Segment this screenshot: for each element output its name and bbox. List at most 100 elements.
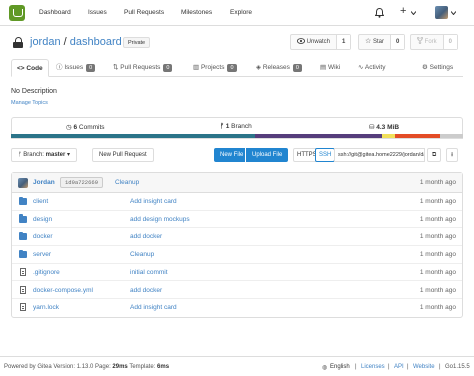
history-icon: ◷ (66, 124, 72, 131)
footer-template-label: Template: (129, 364, 156, 370)
star-label: Star (372, 39, 384, 45)
file-icon (20, 285, 26, 294)
commit-message[interactable]: Cleanup (115, 179, 139, 186)
language-bar[interactable] (11, 134, 463, 138)
go-version: Go1.15.5 (445, 364, 470, 370)
licenses-link[interactable]: Licenses (361, 364, 385, 370)
footer-divider: | (388, 364, 390, 370)
file-commit-message[interactable]: add docker (130, 287, 162, 294)
tab-issues-label: Issues (64, 64, 84, 71)
file-name-link[interactable]: docker-compose.yml (33, 287, 93, 294)
file-commit-message[interactable]: Add insight card (130, 198, 177, 205)
ssh-button[interactable]: SSH (315, 148, 336, 162)
tab-wiki-label: Wiki (327, 64, 341, 71)
branches-stat[interactable]: ᚠ 1 Branch (220, 123, 252, 130)
repo-description: No Description (11, 88, 57, 95)
file-name-link[interactable]: server (33, 251, 51, 258)
download-icon: ⭳ (451, 152, 454, 158)
file-row: design add design mockups 1 month ago (12, 211, 462, 229)
star-button[interactable]: ☆ Star (359, 35, 391, 49)
star-button-group[interactable]: ☆ Star 0 (358, 34, 406, 50)
folder-icon (19, 249, 27, 259)
file-name-link[interactable]: .gitignore (33, 269, 60, 276)
new-pull-request-button[interactable]: New Pull Request (92, 148, 154, 162)
download-button[interactable]: ⭳ (446, 148, 459, 162)
eye-icon (296, 37, 306, 44)
plus-icon[interactable]: + (400, 5, 406, 17)
code-icon: <> (17, 65, 25, 72)
branch-icon: ᚠ (18, 152, 22, 158)
file-name-link[interactable]: yarn.lock (33, 304, 59, 311)
language-bar-segment[interactable] (255, 134, 382, 138)
branch-label: Branch (231, 123, 252, 130)
user-avatar[interactable] (435, 6, 448, 19)
nav-issues[interactable]: Issues (88, 9, 107, 16)
unwatch-button[interactable]: Unwatch (291, 35, 338, 49)
tab-wiki[interactable]: ▤ Wiki (320, 59, 340, 77)
commit-author-avatar[interactable] (18, 178, 28, 188)
file-commit-time: 1 month ago (419, 251, 456, 259)
clone-url-input[interactable]: ssh://git@gitea.home2229/jordan/dashboar… (334, 148, 425, 162)
nav-dashboard[interactable]: Dashboard (39, 9, 71, 16)
language-bar-segment[interactable] (11, 134, 256, 138)
file-commit-message[interactable]: add design mockups (130, 216, 190, 223)
website-link[interactable]: Website (413, 364, 435, 370)
projects-count-badge: 0 (227, 64, 237, 72)
file-commit-time: 1 month ago (419, 268, 456, 276)
tab-issues[interactable]: ⓘ Issues 0 (56, 59, 96, 77)
manage-topics-link[interactable]: Manage Topics (11, 100, 48, 106)
private-badge: Private (123, 37, 151, 48)
chevron-down-icon[interactable] (451, 11, 456, 15)
chevron-down-icon[interactable] (411, 11, 416, 15)
tab-releases[interactable]: ◈ Releases 0 (256, 59, 302, 77)
nav-milestones[interactable]: Milestones (181, 9, 212, 16)
file-commit-message[interactable]: initial commit (130, 269, 168, 276)
nav-explore[interactable]: Explore (230, 9, 252, 16)
copy-clone-url-button[interactable]: ⧉ (427, 148, 442, 162)
stars-count[interactable]: 0 (390, 35, 405, 49)
releases-count-badge: 0 (292, 64, 302, 72)
api-link[interactable]: API (394, 364, 404, 370)
watch-button-group[interactable]: Unwatch 1 (290, 34, 352, 50)
tab-settings[interactable]: ⚙ Settings (422, 59, 453, 77)
commit-sha[interactable]: 1d9a722669 (60, 177, 104, 188)
file-commit-message[interactable]: add docker (130, 233, 162, 240)
language-bar-segment[interactable] (440, 134, 463, 138)
database-icon: ⛁ (369, 124, 375, 131)
language-bar-segment[interactable] (381, 134, 396, 138)
tab-code-label: Code (26, 65, 43, 72)
gitea-logo[interactable] (9, 5, 25, 21)
repo-tabs: <> Code ⓘ Issues 0 ⇅ Pull Requests 0 ▥ Pro… (11, 59, 463, 77)
upload-file-button[interactable]: Upload File (245, 148, 289, 162)
unwatch-label: Unwatch (306, 39, 331, 45)
file-commit-message[interactable]: Cleanup (130, 251, 154, 258)
tab-projects[interactable]: ▥ Projects 0 (193, 59, 237, 77)
repo-owner-link[interactable]: jordan (30, 36, 61, 48)
file-name-link[interactable]: design (33, 216, 52, 223)
nav-pull-requests[interactable]: Pull Requests (124, 9, 164, 16)
file-commit-message[interactable]: Add insight card (130, 304, 177, 311)
file-name-link[interactable]: client (33, 198, 48, 205)
language-selector[interactable]: English (330, 364, 350, 370)
repo-name-link[interactable]: dashboard (70, 36, 122, 48)
language-bar-segment[interactable] (395, 134, 441, 138)
file-row: yarn.lock Add insight card 1 month ago (12, 299, 462, 317)
branch-selector-label: Branch: (23, 152, 44, 158)
commit-author[interactable]: Jordan (33, 179, 55, 186)
file-name-link[interactable]: docker (33, 233, 53, 240)
tab-activity[interactable]: ∿ Activity (358, 59, 386, 77)
branch-selector[interactable]: ᚠ Branch: master ▾ (11, 148, 78, 162)
globe-icon: ◍ (322, 365, 328, 371)
bell-icon[interactable] (375, 8, 384, 18)
folder-icon (19, 214, 27, 223)
watchers-count[interactable]: 1 (337, 35, 351, 49)
branch-count: 1 (225, 123, 230, 130)
commit-time: 1 month ago (419, 179, 456, 186)
tab-pull-requests[interactable]: ⇅ Pull Requests 0 (113, 59, 173, 77)
commits-stat[interactable]: ◷ 6 Commits (66, 123, 105, 131)
branch-icon: ᚠ (220, 123, 224, 130)
pulse-icon: ∿ (358, 64, 364, 71)
size-stat: ⛁ 4.3 MiB (369, 123, 399, 131)
tab-code[interactable]: <> Code (11, 59, 49, 77)
footer-divider: | (407, 364, 409, 370)
